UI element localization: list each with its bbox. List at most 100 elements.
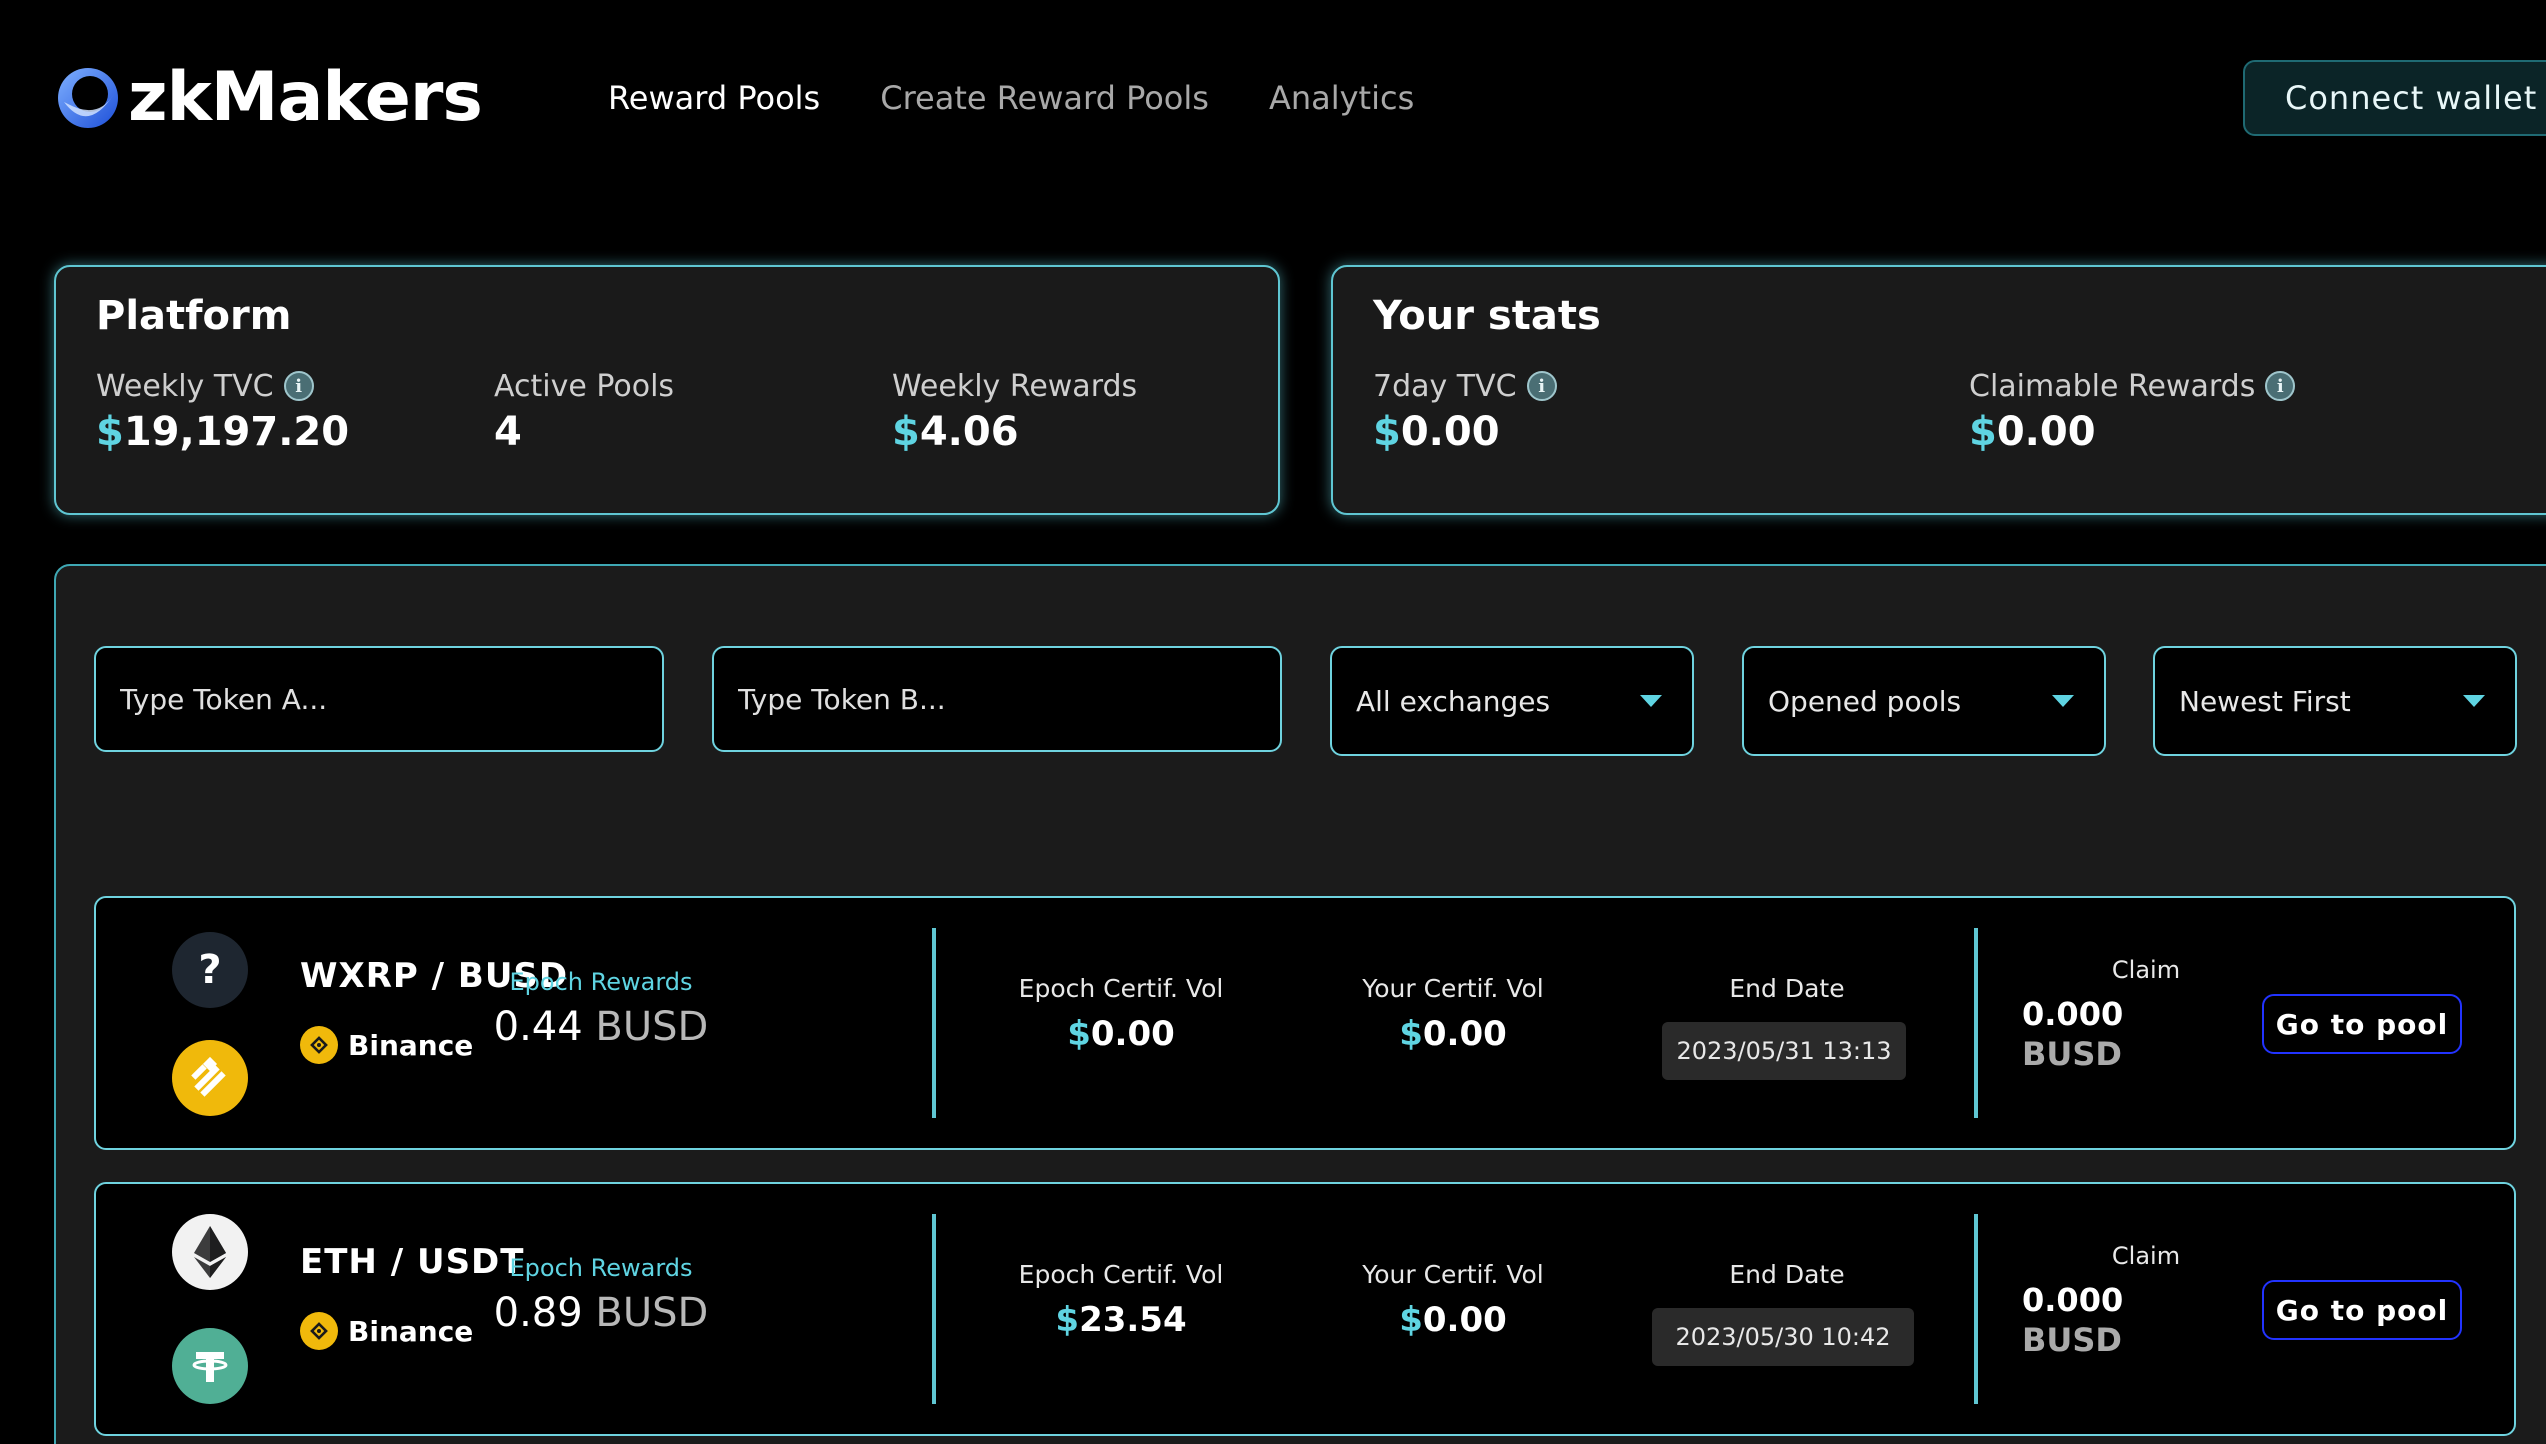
active-pools-label: Active Pools [494, 368, 675, 404]
currency-symbol: $ [1373, 409, 1401, 455]
claim-label: Claim [2111, 956, 2181, 984]
pool-exchange: Binance [300, 1312, 473, 1350]
exchange-select[interactable]: All exchanges [1330, 646, 1694, 756]
go-to-pool-button[interactable]: Go to pool [2262, 1280, 2462, 1340]
go-to-pool-button[interactable]: Go to pool [2262, 994, 2462, 1054]
seven-day-tvc-label: 7day TVC [1373, 368, 1517, 404]
weekly-tvc-label: Weekly TVC [96, 368, 274, 404]
end-date-value: 2023/05/31 13:13 [1662, 1022, 1906, 1080]
your-certif-vol-label: Your Certif. Vol [1362, 974, 1544, 1003]
currency-symbol: $ [892, 409, 920, 455]
token-b-input[interactable] [738, 682, 1280, 716]
busd-icon [172, 1040, 248, 1116]
exchange-name: Binance [348, 1314, 474, 1348]
platform-title: Platform [96, 293, 292, 339]
your-stats-card: Your stats 7day TVC i $0.00 Claimable Re… [1331, 265, 2546, 515]
zkmakers-logo-icon [58, 68, 118, 128]
tether-icon [172, 1328, 248, 1404]
token-a-input[interactable] [120, 682, 662, 716]
claim-unit: BUSD [2022, 1321, 2122, 1359]
claim-unit: BUSD [2022, 1035, 2122, 1073]
weekly-tvc-value: 19,197.20 [123, 409, 350, 455]
logo[interactable]: zkMakers [54, 58, 483, 138]
seven-day-tvc-value: 0.00 [1400, 409, 1500, 455]
your-certif-vol-value: $0.00 [1328, 1014, 1578, 1054]
connect-wallet-button[interactable]: Connect wallet [2243, 60, 2546, 136]
epoch-vol-amount: 23.54 [1079, 1300, 1187, 1340]
exchange-select-value: All exchanges [1356, 684, 1551, 718]
currency-symbol: $ [1969, 409, 1997, 455]
claimable-rewards-value: 0.00 [1996, 409, 2096, 455]
weekly-rewards-stat: Weekly Rewards $4.06 [892, 365, 1138, 456]
unknown-token-icon: ? [172, 932, 248, 1008]
info-icon[interactable]: i [283, 371, 314, 401]
nav-analytics[interactable]: Analytics [1269, 74, 1414, 122]
active-pools-stat: Active Pools 4 [494, 365, 675, 456]
epoch-certif-vol-label: Epoch Certif. Vol [1018, 974, 1224, 1003]
epoch-rewards-label: Epoch Rewards [509, 1254, 693, 1282]
claim-amount: 0.000 [2022, 995, 2124, 1033]
end-date-label: End Date [1729, 974, 1845, 1003]
your-vol-amount: 0.00 [1422, 1014, 1507, 1054]
token-a-filter[interactable] [94, 646, 664, 752]
epoch-rewards-value: 0.89 BUSD [456, 1290, 746, 1336]
main-nav: Reward Pools Create Reward Pools Analyti… [608, 74, 1474, 122]
pool-row[interactable]: ? WXRP / BUSD Binance Epoch Rewards 0.44… [94, 896, 2516, 1150]
weekly-rewards-value: 4.06 [919, 409, 1019, 455]
your-certif-vol-value: $0.00 [1328, 1300, 1578, 1340]
epoch-certif-vol-value: $23.54 [996, 1300, 1246, 1340]
claimable-rewards-stat: Claimable Rewards i $0.00 [1969, 365, 2296, 455]
divider [1974, 928, 1978, 1118]
sort-select[interactable]: Newest First [2153, 646, 2517, 756]
caret-down-icon [2052, 695, 2074, 707]
pool-status-select-value: Opened pools [1768, 684, 1962, 718]
epoch-rewards-unit: BUSD [595, 1290, 709, 1336]
end-date-label: End Date [1729, 1260, 1845, 1289]
token-b-filter[interactable] [712, 646, 1282, 752]
weekly-tvc-stat: Weekly TVC i $19,197.20 [96, 365, 350, 456]
pool-status-select[interactable]: Opened pools [1742, 646, 2106, 756]
divider [932, 928, 936, 1118]
your-vol-amount: 0.00 [1422, 1300, 1507, 1340]
binance-icon [300, 1312, 338, 1350]
epoch-rewards-label: Epoch Rewards [509, 968, 693, 996]
logo-text: zkMakers [128, 58, 483, 137]
binance-icon [300, 1026, 338, 1064]
caret-down-icon [2463, 695, 2485, 707]
claimable-rewards-label: Claimable Rewards [1969, 368, 2256, 404]
eth-icon [172, 1214, 248, 1290]
your-certif-vol-label: Your Certif. Vol [1362, 1260, 1544, 1289]
your-stats-title: Your stats [1373, 293, 1601, 339]
weekly-rewards-label: Weekly Rewards [892, 368, 1138, 404]
divider [932, 1214, 936, 1404]
currency-symbol: $ [96, 409, 124, 455]
currency-symbol: $ [1067, 1014, 1091, 1054]
caret-down-icon [1640, 695, 1662, 707]
nav-reward-pools[interactable]: Reward Pools [608, 74, 820, 122]
divider [1974, 1214, 1978, 1404]
epoch-rewards-unit: BUSD [595, 1004, 709, 1050]
exchange-name: Binance [348, 1028, 474, 1062]
claim-label: Claim [2111, 1242, 2181, 1270]
platform-stats-card: Platform Weekly TVC i $19,197.20 Active … [54, 265, 1280, 515]
pool-row[interactable]: ETH / USDT Binance Epoch Rewards 0.89 BU… [94, 1182, 2516, 1436]
epoch-rewards-value: 0.44 BUSD [456, 1004, 746, 1050]
currency-symbol: $ [1399, 1300, 1423, 1340]
pool-exchange: Binance [300, 1026, 473, 1064]
epoch-certif-vol-value: $0.00 [996, 1014, 1246, 1054]
claim-amount: 0.000 [2022, 1281, 2124, 1319]
sort-select-value: Newest First [2179, 684, 2351, 718]
epoch-certif-vol-label: Epoch Certif. Vol [1018, 1260, 1224, 1289]
seven-day-tvc-stat: 7day TVC i $0.00 [1373, 365, 1557, 455]
epoch-rewards-amount: 0.89 [493, 1290, 583, 1336]
info-icon[interactable]: i [2265, 371, 2296, 401]
top-bar: zkMakers Reward Pools Create Reward Pool… [0, 0, 2546, 200]
active-pools-value: 4 [494, 409, 522, 455]
info-icon[interactable]: i [1526, 371, 1557, 401]
currency-symbol: $ [1055, 1300, 1080, 1340]
epoch-rewards-amount: 0.44 [493, 1004, 583, 1050]
end-date-value: 2023/05/30 10:42 [1652, 1308, 1914, 1366]
currency-symbol: $ [1399, 1014, 1423, 1054]
nav-create-reward-pools[interactable]: Create Reward Pools [880, 74, 1209, 122]
epoch-vol-amount: 0.00 [1090, 1014, 1175, 1054]
